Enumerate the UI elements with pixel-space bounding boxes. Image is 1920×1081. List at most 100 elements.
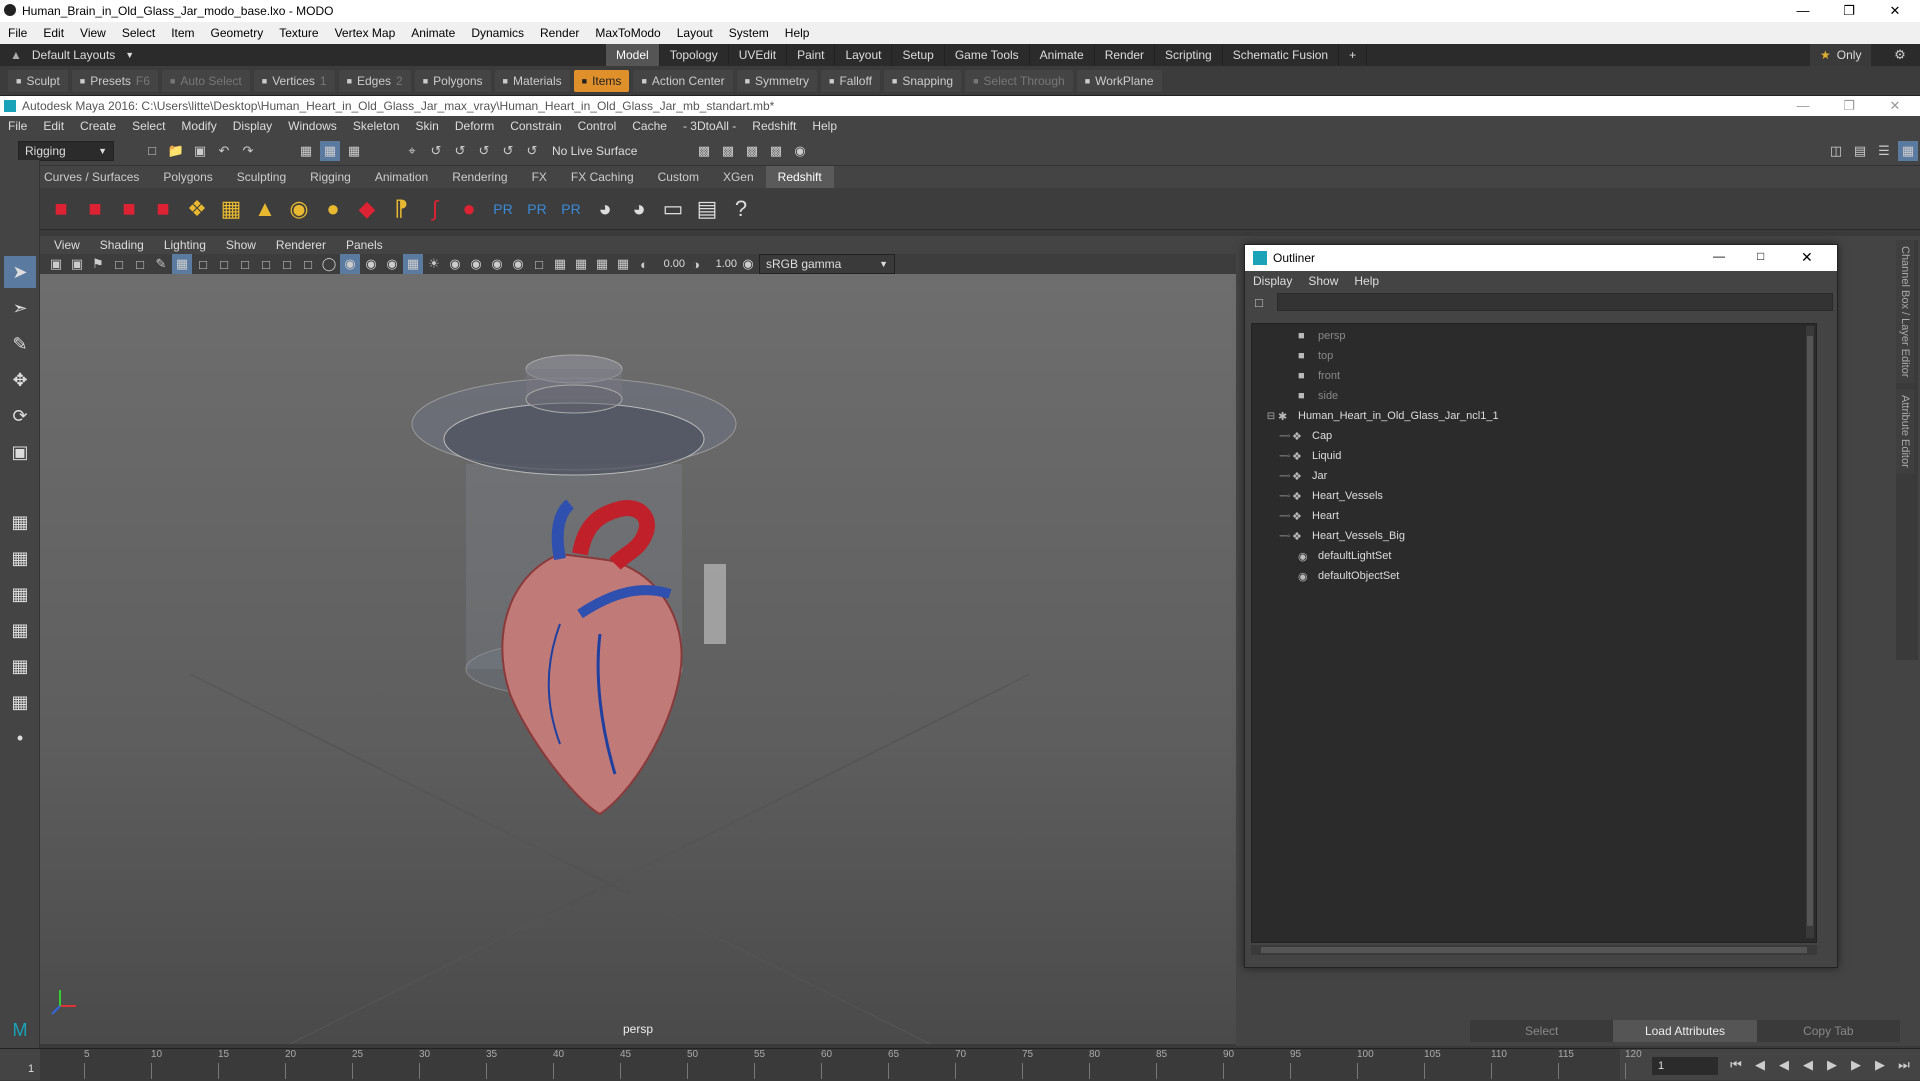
tool-materials[interactable]: ■ Materials	[494, 69, 570, 92]
viewport-menu-view[interactable]: View	[44, 236, 90, 254]
maya-menu-3[interactable]: Select	[124, 116, 173, 136]
open-scene-icon[interactable]: 📁	[166, 141, 186, 161]
tab-game-tools[interactable]: Game Tools	[945, 44, 1030, 66]
tool-edges[interactable]: ■ Edges 2	[338, 69, 411, 92]
xray-active-icon[interactable]: ▦	[613, 254, 633, 274]
tool-items[interactable]: ■ Items	[573, 69, 630, 92]
snap-surface-icon[interactable]: ↺	[498, 141, 518, 161]
modo-menu-dynamics[interactable]: Dynamics	[463, 22, 532, 44]
gamma-icon[interactable]: ◑	[686, 254, 706, 274]
step-back-key-icon[interactable]: ◀	[1774, 1055, 1794, 1075]
scale-tool-icon[interactable]: ▣	[4, 436, 36, 468]
layout-two-icon[interactable]: ▦	[4, 578, 36, 610]
outliner-menu-show[interactable]: Show	[1300, 274, 1346, 288]
tool-action-center[interactable]: ■ Action Center	[633, 69, 733, 92]
maya-menu-13[interactable]: - 3DtoAll -	[675, 116, 744, 136]
step-forward-key-icon[interactable]: ▶	[1846, 1055, 1866, 1075]
maya-menu-8[interactable]: Skin	[408, 116, 447, 136]
wireframe-icon[interactable]: ◯	[319, 254, 339, 274]
maya-menu-6[interactable]: Windows	[280, 116, 345, 136]
layout-split-icon[interactable]: ▦	[4, 614, 36, 646]
maya-minimize-icon[interactable]: —	[1780, 95, 1826, 117]
camera-attr-icon[interactable]: ▣	[67, 254, 87, 274]
redshift-settings-icon[interactable]: ■	[148, 192, 178, 226]
tool-falloff[interactable]: ■ Falloff	[821, 69, 880, 92]
dome-light-icon[interactable]: ◉	[284, 192, 314, 226]
field-chart-icon[interactable]: □	[256, 254, 276, 274]
outliner-window[interactable]: Outliner — □ ✕ Display Show Help □ ■ persp ■…	[1244, 244, 1838, 968]
modo-menu-geometry[interactable]: Geometry	[203, 22, 272, 44]
textured-icon[interactable]: ▦	[403, 254, 423, 274]
add-tab-icon[interactable]: +	[1339, 44, 1368, 66]
modo-menu-edit[interactable]: Edit	[35, 22, 72, 44]
save-scene-icon[interactable]: ▣	[190, 141, 210, 161]
maya-menu-2[interactable]: Create	[72, 116, 124, 136]
grease-pencil-icon[interactable]: ✎	[151, 254, 171, 274]
go-start-icon[interactable]: ⏮	[1726, 1055, 1746, 1075]
tool-presets[interactable]: ■ Presets F6	[71, 69, 158, 92]
maya-menu-14[interactable]: Redshift	[744, 116, 804, 136]
modo-menu-animate[interactable]: Animate	[403, 22, 463, 44]
viewport-menu-show[interactable]: Show	[216, 236, 266, 254]
snap-live-icon[interactable]: ↺	[522, 141, 542, 161]
step-back-icon[interactable]: ◀	[1750, 1055, 1770, 1075]
shelf-tab-rigging[interactable]: Rigging	[298, 166, 363, 188]
undo-icon[interactable]: ↶	[214, 141, 234, 161]
rs-material-icon[interactable]: ◕	[590, 192, 620, 226]
layout-dropdown[interactable]: ▲ Default Layouts ▼	[0, 48, 140, 62]
depth-of-field-icon[interactable]: □	[529, 254, 549, 274]
modo-menu-item[interactable]: Item	[163, 22, 202, 44]
layout-graph-icon[interactable]: ▦	[4, 686, 36, 718]
maya-menu-10[interactable]: Constrain	[502, 116, 569, 136]
hypershade-icon[interactable]: ◉	[790, 141, 810, 161]
spot-light-icon[interactable]: ▲	[250, 192, 280, 226]
outliner-node[interactable]: ─◦ ❖ Liquid	[1252, 446, 1816, 466]
rs-log-icon[interactable]: ▤	[692, 192, 722, 226]
tab-topology[interactable]: Topology	[660, 44, 729, 66]
tab-layout[interactable]: Layout	[835, 44, 893, 66]
outliner-minimize-icon[interactable]: —	[1713, 249, 1725, 263]
redshift-rv-icon[interactable]: ■	[46, 192, 76, 226]
tab-setup[interactable]: Setup	[892, 44, 945, 66]
collapse-icon[interactable]: ⊟	[1264, 411, 1278, 422]
modo-menu-help[interactable]: Help	[777, 22, 818, 44]
color-space-dropdown[interactable]: sRGB gamma ▼	[759, 254, 895, 274]
maya-menu-5[interactable]: Display	[225, 116, 280, 136]
layout-four-icon[interactable]: ▦	[4, 542, 36, 574]
snap-view-icon[interactable]: ↺	[474, 141, 494, 161]
maya-menu-11[interactable]: Control	[570, 116, 625, 136]
tool-workplane[interactable]: ■ WorkPlane	[1076, 69, 1162, 92]
tab-render[interactable]: Render	[1095, 44, 1156, 66]
copy-tab-button[interactable]: Copy Tab	[1757, 1020, 1900, 1042]
outliner-close-icon[interactable]: ✕	[1801, 249, 1813, 266]
minimize-icon[interactable]: —	[1780, 0, 1826, 22]
redshift-ipr-icon[interactable]: ■	[114, 192, 144, 226]
filter-icon[interactable]: □	[1249, 292, 1269, 312]
sun-light-icon[interactable]: ●	[318, 192, 348, 226]
portal-light-icon[interactable]: ▦	[216, 192, 246, 226]
rs-code-icon[interactable]: ▭	[658, 192, 688, 226]
tool-symmetry[interactable]: ■ Symmetry	[736, 69, 818, 92]
modo-menu-render[interactable]: Render	[532, 22, 587, 44]
live-surface-field[interactable]: No Live Surface	[546, 140, 646, 161]
layout-single-icon[interactable]: ▤	[1850, 141, 1870, 161]
play-forward-icon[interactable]: ▶	[1822, 1055, 1842, 1075]
tab-model[interactable]: Model	[606, 44, 660, 66]
maya-close-icon[interactable]: ✕	[1872, 95, 1918, 117]
smooth-shade-icon[interactable]: ◉	[340, 254, 360, 274]
outliner-menu-help[interactable]: Help	[1346, 274, 1387, 288]
3d-viewport[interactable]: persp	[40, 274, 1236, 1044]
snap-point-icon[interactable]: ↺	[450, 141, 470, 161]
outliner-node[interactable]: ─◦ ❖ Cap	[1252, 426, 1816, 446]
load-attributes-button[interactable]: Load Attributes	[1613, 1020, 1757, 1042]
maya-menu-15[interactable]: Help	[804, 116, 845, 136]
viewport-menu-renderer[interactable]: Renderer	[266, 236, 336, 254]
rs-hair-icon[interactable]: ∫	[420, 192, 450, 226]
modo-menu-view[interactable]: View	[72, 22, 114, 44]
color-management-icon[interactable]: ◉	[738, 254, 758, 274]
film-gate-icon[interactable]: □	[193, 254, 213, 274]
mode-dropdown[interactable]: Rigging ▼	[18, 140, 114, 161]
tool-sculpt[interactable]: ■ Sculpt	[8, 69, 68, 92]
lasso-tool-icon[interactable]: ➣	[4, 292, 36, 324]
render-frame-icon[interactable]: ▩	[718, 141, 738, 161]
